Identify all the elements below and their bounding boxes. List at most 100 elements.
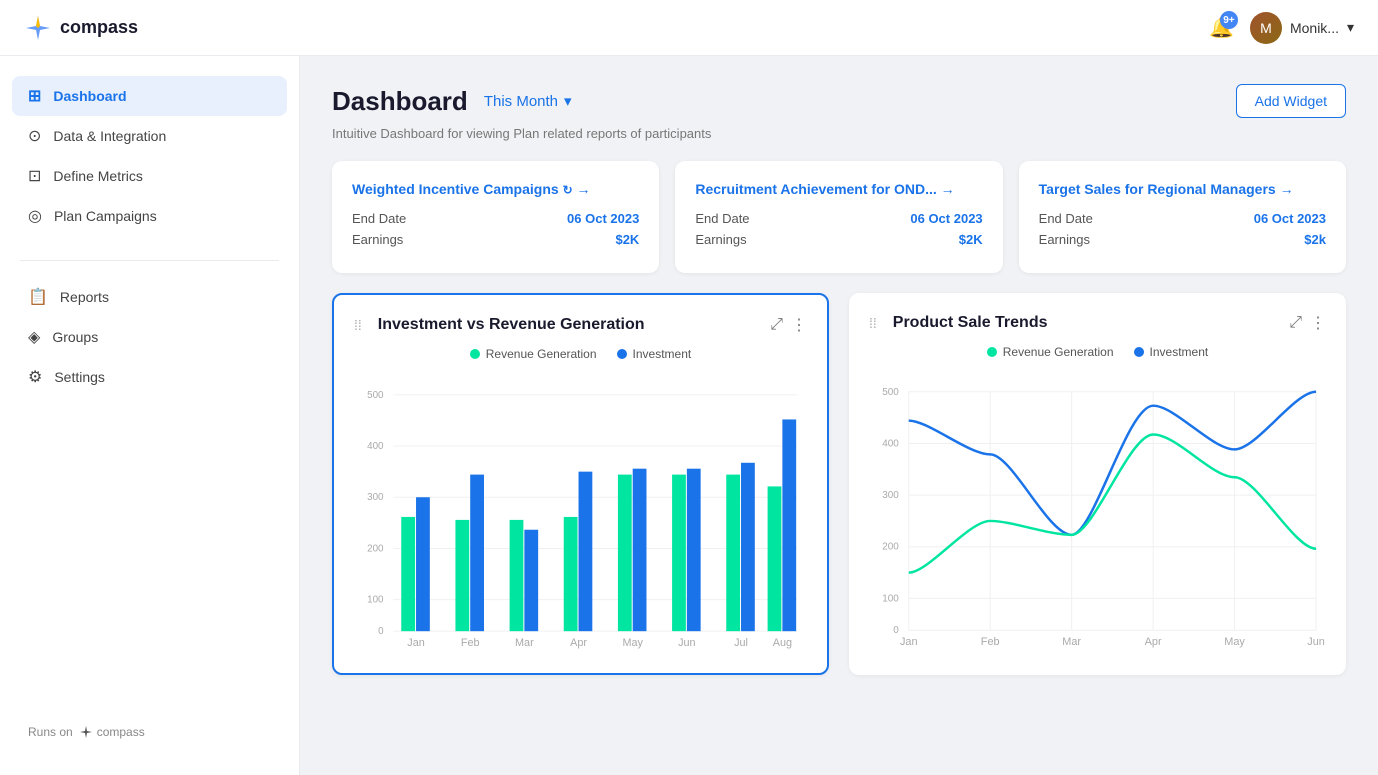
line-chart-svg: 500 400 300 200 100 0	[869, 371, 1326, 651]
campaign-earnings-row: Earnings $2k	[1039, 232, 1326, 247]
campaign-name[interactable]: Target Sales for Regional Managers →	[1039, 181, 1294, 197]
bar-investment-jan	[416, 497, 430, 631]
plan-campaigns-icon: ◎	[28, 206, 42, 226]
sidebar-item-label: Dashboard	[53, 88, 126, 104]
end-date-value: 06 Oct 2023	[1254, 211, 1326, 226]
sidebar-item-label: Settings	[54, 369, 105, 385]
app-body: ⊞ Dashboard ⊙ Data & Integration ⊡ Defin…	[0, 0, 1378, 775]
bar-investment-feb	[470, 475, 484, 632]
sidebar-item-reports[interactable]: 📋 Reports	[12, 277, 287, 317]
legend-item-revenue: Revenue Generation	[470, 347, 597, 361]
investment-line	[909, 392, 1316, 535]
earnings-label: Earnings	[695, 232, 746, 247]
end-date-label: End Date	[352, 211, 406, 226]
svg-text:Mar: Mar	[515, 637, 534, 649]
sidebar-item-dashboard[interactable]: ⊞ Dashboard	[12, 76, 287, 116]
sidebar-divider	[20, 260, 279, 261]
bar-investment-jul	[741, 463, 755, 631]
campaign-end-date-row: End Date 06 Oct 2023	[352, 211, 639, 226]
svg-text:400: 400	[882, 438, 899, 449]
campaign-end-date-row: End Date 06 Oct 2023	[695, 211, 982, 226]
legend-label-revenue: Revenue Generation	[486, 347, 597, 361]
sidebar-footer-logo: compass	[79, 725, 145, 739]
svg-text:Jun: Jun	[1307, 636, 1325, 648]
data-integration-icon: ⊙	[28, 126, 41, 146]
settings-icon: ⚙	[28, 367, 42, 387]
sidebar-item-data-integration[interactable]: ⊙ Data & Integration	[12, 116, 287, 156]
dashboard-icon: ⊞	[28, 86, 41, 106]
bar-investment-aug	[782, 419, 796, 631]
compass-logo-icon	[24, 14, 52, 42]
end-date-label: End Date	[695, 211, 749, 226]
footer-compass-icon	[79, 725, 93, 739]
bar-revenue-jul	[726, 475, 740, 632]
sidebar-item-groups[interactable]: ◈ Groups	[12, 317, 287, 357]
earnings-label: Earnings	[352, 232, 403, 247]
sidebar-item-settings[interactable]: ⚙ Settings	[12, 357, 287, 397]
svg-text:200: 200	[882, 542, 899, 553]
chart-title-row: ⁞⁞ Investment vs Revenue Generation	[354, 316, 645, 334]
bar-investment-mar	[524, 530, 538, 631]
line-chart-card: ⁞⁞ Product Sale Trends ⤢ ⋮ Revenue Gener…	[849, 293, 1346, 675]
sidebar-item-define-metrics[interactable]: ⊡ Define Metrics	[12, 156, 287, 196]
sidebar-footer-text: Runs on	[28, 725, 73, 739]
notification-badge: 9+	[1220, 11, 1238, 29]
earnings-value: $2k	[1304, 232, 1326, 247]
campaign-end-date-row: End Date 06 Oct 2023	[1039, 211, 1326, 226]
campaign-card-header: Weighted Incentive Campaigns ↻ →	[352, 181, 639, 197]
user-menu-button[interactable]: M Monik... ▾	[1250, 12, 1354, 44]
svg-text:Jan: Jan	[900, 636, 918, 648]
logo-text: compass	[60, 17, 138, 38]
period-selector-button[interactable]: This Month ▾	[484, 92, 572, 110]
charts-row: ⁞⁞ Investment vs Revenue Generation ⤢ ⋮ …	[332, 293, 1346, 675]
svg-text:Feb: Feb	[981, 636, 1000, 648]
sidebar-item-label: Define Metrics	[53, 168, 142, 184]
svg-text:Apr: Apr	[1145, 636, 1162, 648]
expand-chart-button[interactable]: ⤢	[1289, 314, 1302, 332]
bar-revenue-jan	[401, 517, 415, 631]
chart-title: Product Sale Trends	[893, 314, 1048, 332]
end-date-value: 06 Oct 2023	[567, 211, 639, 226]
svg-text:500: 500	[367, 390, 384, 401]
expand-chart-button[interactable]: ⤢	[770, 316, 783, 334]
legend-item-investment: Investment	[617, 347, 692, 361]
campaign-card-header: Recruitment Achievement for OND... →	[695, 181, 982, 197]
bar-revenue-aug	[768, 486, 782, 631]
chart-legend: Revenue Generation Investment	[354, 347, 807, 361]
footer-logo-text: compass	[97, 725, 145, 739]
bar-investment-apr	[579, 472, 593, 632]
bar-investment-jun	[687, 469, 701, 631]
sidebar-item-plan-campaigns[interactable]: ◎ Plan Campaigns	[12, 196, 287, 236]
earnings-value: $2K	[959, 232, 983, 247]
legend-label-investment: Investment	[633, 347, 692, 361]
notifications-button[interactable]: 🔔 9+	[1209, 15, 1234, 40]
sidebar: ⊞ Dashboard ⊙ Data & Integration ⊡ Defin…	[0, 56, 300, 775]
campaign-card-1: Recruitment Achievement for OND... → End…	[675, 161, 1002, 273]
campaigns-row: Weighted Incentive Campaigns ↻ → End Dat…	[332, 161, 1346, 273]
campaign-name[interactable]: Recruitment Achievement for OND... →	[695, 181, 954, 197]
earnings-value: $2K	[615, 232, 639, 247]
add-widget-button[interactable]: Add Widget	[1236, 84, 1346, 118]
chart-header: ⁞⁞ Investment vs Revenue Generation ⤢ ⋮	[354, 315, 807, 335]
user-name: Monik...	[1290, 20, 1339, 36]
svg-text:Jan: Jan	[407, 637, 424, 649]
campaign-name[interactable]: Weighted Incentive Campaigns ↻ →	[352, 181, 591, 197]
chart-title: Investment vs Revenue Generation	[378, 316, 645, 334]
bar-revenue-feb	[455, 520, 469, 631]
chart-header: ⁞⁞ Product Sale Trends ⤢ ⋮	[869, 313, 1326, 333]
drag-icon: ⁞⁞	[354, 317, 362, 333]
bar-chart-area: 500 400 300 200 100 0 J	[354, 373, 807, 653]
more-options-button[interactable]: ⋮	[1310, 313, 1326, 333]
end-date-label: End Date	[1039, 211, 1093, 226]
svg-text:May: May	[1224, 636, 1245, 648]
main-content: Dashboard This Month ▾ Add Widget Intuit…	[300, 56, 1378, 775]
legend-dot-investment	[1134, 347, 1144, 357]
chevron-down-icon: ▾	[564, 92, 572, 110]
sidebar-item-label: Plan Campaigns	[54, 208, 157, 224]
more-options-button[interactable]: ⋮	[791, 315, 807, 335]
svg-text:Jul: Jul	[734, 637, 748, 649]
bar-chart-svg: 500 400 300 200 100 0 J	[354, 373, 807, 653]
svg-text:100: 100	[367, 595, 384, 606]
reports-icon: 📋	[28, 287, 48, 307]
period-label: This Month	[484, 93, 558, 110]
